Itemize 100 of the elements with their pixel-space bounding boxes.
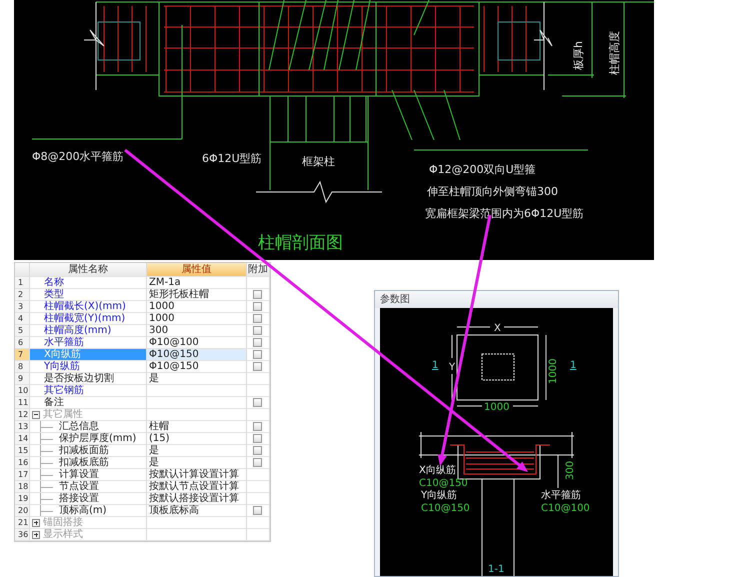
checkbox[interactable] (253, 290, 262, 299)
rebar-label: Φ8@200水平箍筋 (32, 150, 124, 163)
dimension-label: 1000 (484, 402, 510, 413)
empty-cell[interactable] (147, 409, 247, 421)
property-value[interactable]: 按默认节点设置计算 (147, 481, 247, 493)
row-number: 13 (15, 421, 30, 433)
dimension-label: 板厚h (572, 41, 585, 70)
property-name: 汇总信息 (59, 421, 99, 432)
row-number: 19 (15, 493, 30, 505)
property-value[interactable]: Φ10@150 (147, 361, 247, 373)
empty-cell[interactable] (147, 385, 247, 397)
property-value[interactable]: 是 (147, 457, 247, 469)
checkbox[interactable] (253, 302, 262, 311)
checkbox[interactable] (253, 350, 262, 359)
row-number: 4 (15, 313, 30, 325)
property-name: 搭接设置 (59, 493, 99, 504)
note-text: 伸至柱帽顶向外侧弯锚300 (427, 185, 558, 198)
property-name: 扣减板面筋 (59, 445, 109, 456)
row-number: 8 (15, 361, 30, 373)
checkbox[interactable] (253, 458, 262, 467)
rebar-spec: C10@100 (541, 503, 590, 514)
row-number: 12 (15, 409, 30, 421)
empty-cell (247, 481, 270, 493)
row-number: 18 (15, 481, 30, 493)
row-number: 6 (15, 337, 30, 349)
property-value[interactable]: ZM-1a (147, 277, 247, 289)
section-mark: 1 (570, 360, 576, 371)
section-mark: 1 (432, 360, 438, 371)
row-number: 7 (15, 349, 30, 361)
checkbox[interactable] (253, 326, 262, 335)
row-number: 9 (15, 373, 30, 385)
row-number: 21 (15, 517, 30, 529)
property-value[interactable]: 300 (147, 325, 247, 337)
column-header: 属性名称 (30, 263, 147, 277)
dimension-label: Y (449, 362, 456, 373)
row-number: 36 (15, 529, 30, 541)
checkbox[interactable] (253, 434, 262, 443)
corner-cell (15, 263, 30, 277)
row-number: 15 (15, 445, 30, 457)
empty-cell[interactable] (147, 517, 247, 529)
rebar-label: X向纵筋 (419, 465, 456, 476)
property-value[interactable]: 是 (147, 373, 247, 385)
rebar-label: 6Φ12U型筋 (202, 152, 262, 165)
property-name: 计算设置 (59, 469, 99, 480)
row-number: 5 (15, 325, 30, 337)
row-number: 20 (15, 505, 30, 517)
checkbox[interactable] (253, 362, 262, 371)
empty-cell (247, 529, 270, 541)
dimension-label: 柱帽高度 (608, 31, 621, 75)
drawing-title: 柱帽剖面图 (258, 233, 343, 253)
property-name: 锚固搭接 (43, 517, 83, 528)
row-number: 14 (15, 433, 30, 445)
property-name: 名称 (30, 277, 147, 289)
checkbox[interactable] (253, 314, 262, 323)
row-number: 16 (15, 457, 30, 469)
plus-icon[interactable] (32, 530, 40, 538)
rebar-label: Φ12@200双向U型箍 (429, 163, 536, 176)
empty-cell[interactable] (147, 529, 247, 541)
rebar-spec: C10@150 (419, 478, 468, 489)
property-value[interactable]: 柱帽 (147, 421, 247, 433)
property-value[interactable]: 按默认计算设置计算 (147, 469, 247, 481)
property-name: 类型 (30, 289, 147, 301)
property-value[interactable]: 1000 (147, 313, 247, 325)
column-header: 附加 (247, 263, 270, 277)
column-header: 属性值 (147, 263, 247, 277)
minus-icon[interactable] (32, 410, 40, 418)
checkbox[interactable] (253, 506, 262, 515)
property-name: 柱帽截长(X)(mm) (30, 301, 147, 313)
row-number: 11 (15, 397, 30, 409)
property-value[interactable]: 1000 (147, 301, 247, 313)
checkbox[interactable] (253, 338, 262, 347)
row-number: 17 (15, 469, 30, 481)
property-name: 是否按板边切割 (30, 373, 147, 385)
checkbox[interactable] (253, 422, 262, 431)
window-title: 参数图 (375, 291, 618, 308)
property-value[interactable]: Φ10@150 (147, 349, 247, 361)
column-label: 框架柱 (302, 155, 335, 168)
dimension-label: 300 (565, 460, 576, 480)
row-number: 3 (15, 301, 30, 313)
rebar-spec: C10@150 (421, 503, 470, 514)
section-title: 1-1 (488, 564, 504, 575)
checkbox[interactable] (253, 446, 262, 455)
property-value[interactable]: 矩形托板柱帽 (147, 289, 247, 301)
row-number: 2 (15, 289, 30, 301)
dimension-label: X (494, 323, 501, 334)
property-name: 显示样式 (43, 529, 83, 540)
property-name: Y向纵筋 (30, 361, 147, 373)
row-number: 10 (15, 385, 30, 397)
rebar-label: 水平箍筋 (541, 490, 581, 501)
checkbox[interactable] (253, 398, 262, 407)
rebar-label: Y向纵筋 (421, 490, 458, 501)
property-name: 节点设置 (59, 481, 99, 492)
property-value[interactable]: 按默认搭接设置计算 (147, 493, 247, 505)
row-number: 1 (15, 277, 30, 289)
property-value[interactable]: (15) (147, 433, 247, 445)
plus-icon[interactable] (32, 518, 40, 526)
property-name: X向纵筋 (30, 349, 147, 361)
dimension-label: 1000 (548, 358, 559, 384)
empty-cell[interactable] (147, 397, 247, 409)
property-value[interactable]: 是 (147, 445, 247, 457)
